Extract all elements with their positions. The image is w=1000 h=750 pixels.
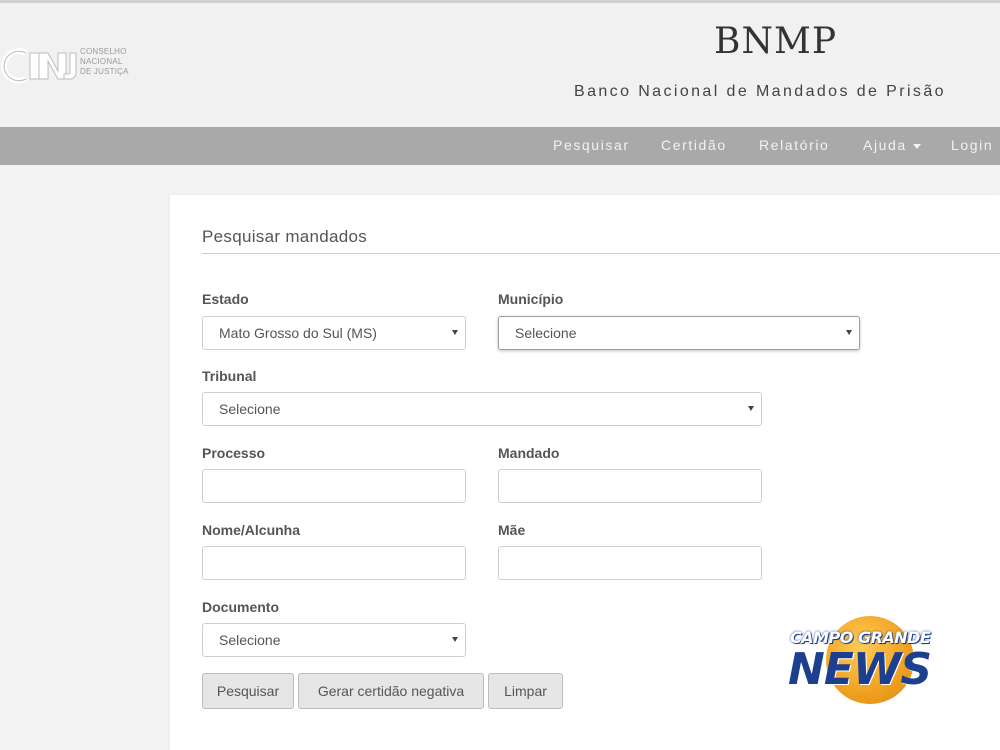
estado-select-value: Mato Grosso do Sul (MS) — [219, 325, 377, 341]
estado-select[interactable]: Mato Grosso do Sul (MS) — [202, 316, 466, 350]
documento-select-value: Selecione — [219, 632, 281, 648]
watermark-main-text: NEWS — [788, 644, 932, 695]
dropdown-arrow-icon — [748, 406, 754, 411]
nav-item-certidao[interactable]: Certidão — [661, 137, 727, 153]
documento-select[interactable]: Selecione — [202, 623, 466, 657]
site-header: CONSELHO NACIONAL DE JUSTIÇA BNMP Banco … — [0, 3, 1000, 127]
mae-label: Mãe — [498, 522, 526, 538]
tribunal-select[interactable]: Selecione — [202, 392, 762, 426]
nav-item-pesquisar[interactable]: Pesquisar — [553, 137, 630, 153]
caret-down-icon — [912, 143, 921, 149]
documento-label: Documento — [202, 599, 279, 615]
mandado-label: Mandado — [498, 445, 560, 461]
nome-label: Nome/Alcunha — [202, 522, 301, 538]
logo-line: DE JUSTIÇA — [80, 67, 129, 76]
processo-label: Processo — [202, 445, 266, 461]
tribunal-select-value: Selecione — [219, 401, 281, 417]
clear-button[interactable]: Limpar — [488, 673, 563, 709]
search-button[interactable]: Pesquisar — [202, 673, 294, 709]
logo-text: CONSELHO NACIONAL DE JUSTIÇA — [80, 47, 129, 77]
nav-item-relatorio[interactable]: Relatório — [759, 137, 829, 153]
app-subtitle: Banco Nacional de Mandados de Prisão — [574, 83, 946, 100]
main-navbar: Pesquisar Certidão Relatório Ajuda Login — [0, 127, 1000, 165]
nav-item-ajuda[interactable]: Ajuda — [863, 137, 921, 153]
dropdown-arrow-icon — [452, 637, 458, 642]
logo-line: NACIONAL — [80, 57, 123, 66]
divider — [202, 253, 1000, 254]
certificate-button[interactable]: Gerar certidão negativa — [298, 673, 484, 709]
mandado-input[interactable] — [498, 469, 762, 503]
nome-input[interactable] — [202, 546, 466, 580]
tribunal-label: Tribunal — [202, 368, 257, 384]
municipio-label: Município — [498, 291, 564, 307]
processo-input[interactable] — [202, 469, 466, 503]
cnj-logo[interactable]: CONSELHO NACIONAL DE JUSTIÇA — [0, 45, 140, 91]
panel-title: Pesquisar mandados — [202, 227, 368, 246]
estado-label: Estado — [202, 291, 249, 307]
mae-input[interactable] — [498, 546, 762, 580]
nav-item-ajuda-label: Ajuda — [863, 137, 907, 153]
dropdown-arrow-icon — [846, 330, 852, 335]
campo-grande-news-watermark: CAMPO GRANDE NEWS — [786, 612, 956, 712]
cnj-logo-icon — [1, 48, 77, 84]
nav-item-login[interactable]: Login — [951, 137, 993, 153]
municipio-select[interactable]: Selecione — [498, 316, 860, 350]
municipio-select-value: Selecione — [515, 325, 577, 341]
app-title: BNMP — [714, 21, 838, 62]
dropdown-arrow-icon — [452, 330, 458, 335]
logo-line: CONSELHO — [80, 47, 127, 56]
